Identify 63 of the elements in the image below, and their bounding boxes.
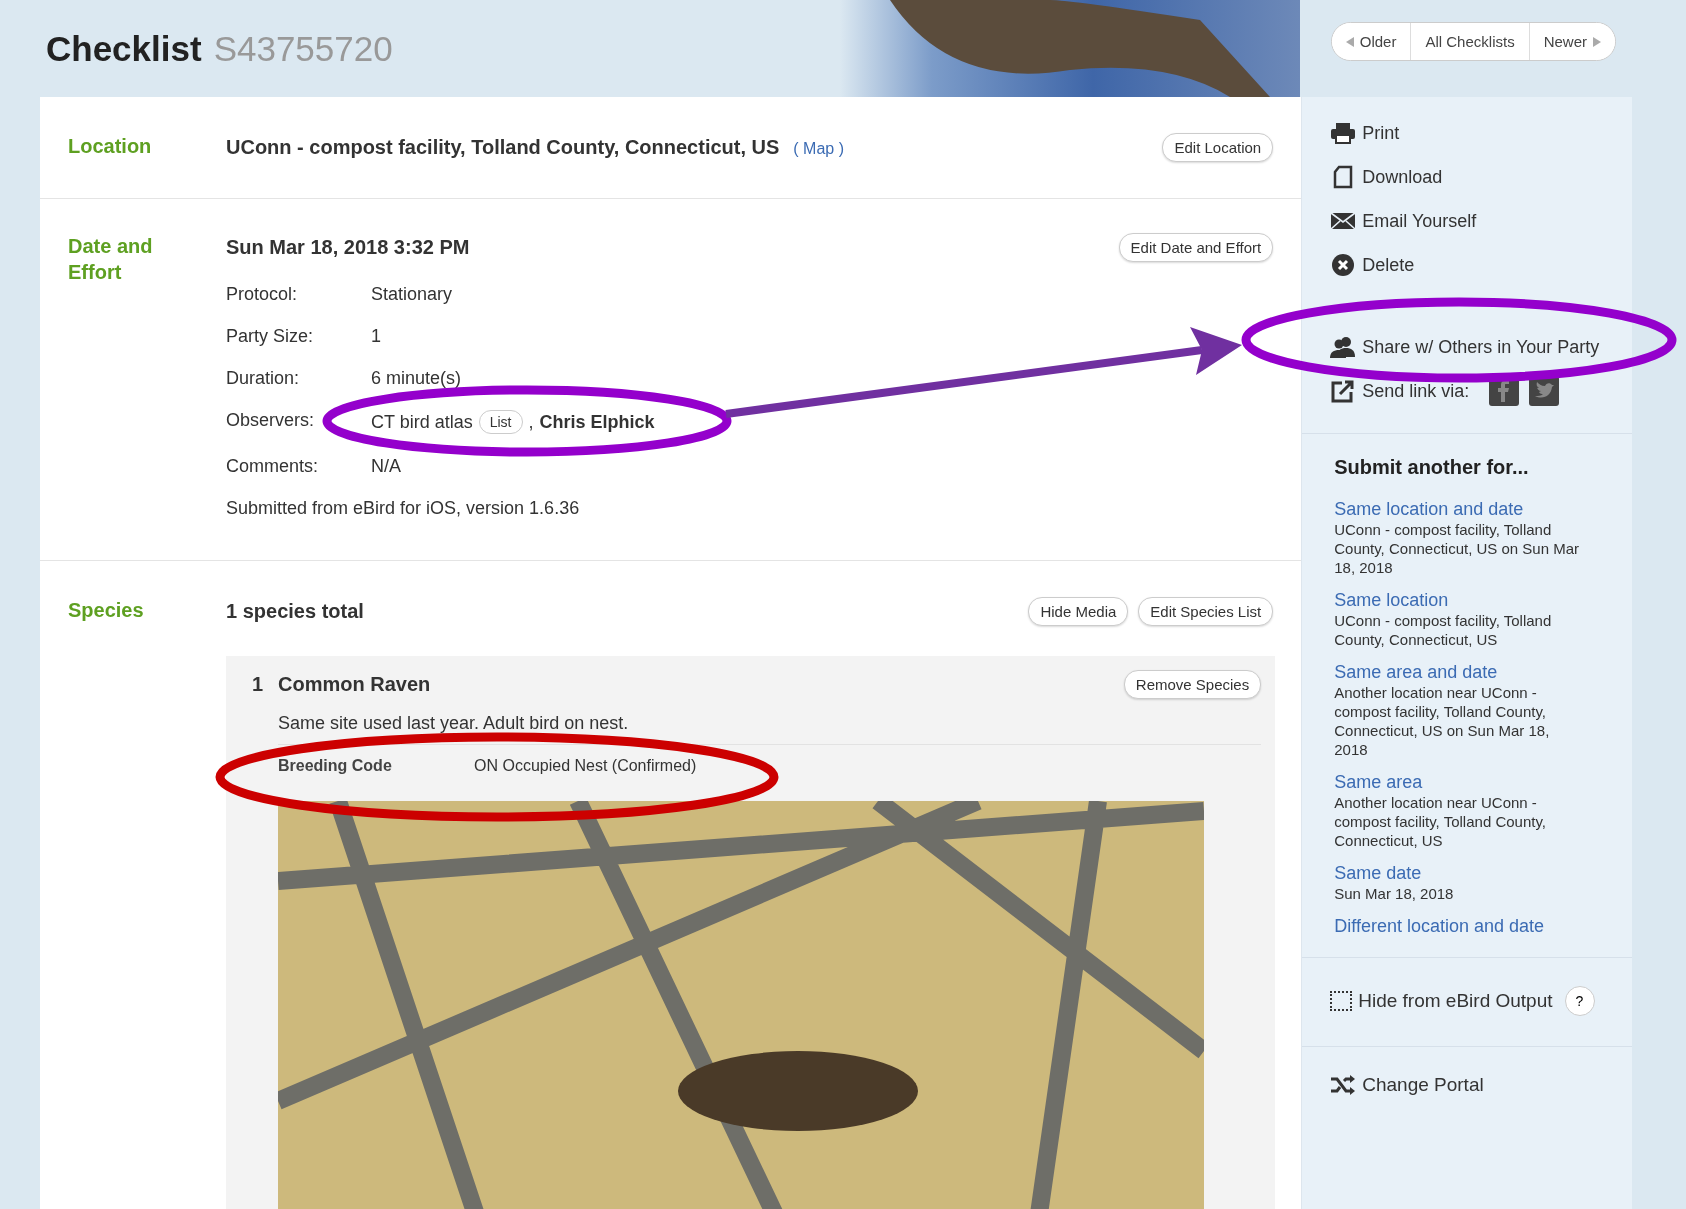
link-description: Another location near UConn - compost facility, Tolland County, Connecticut, US on Sun Mar 18, 2018 bbox=[1334, 683, 1551, 759]
download-action[interactable]: Download bbox=[1330, 155, 1604, 199]
submit-link[interactable]: Different location and date bbox=[1334, 916, 1604, 937]
change-portal-action[interactable]: Change Portal bbox=[1302, 1047, 1512, 1123]
breeding-label: Breeding Code bbox=[278, 757, 393, 775]
remove-species-button[interactable]: Remove Species bbox=[1123, 670, 1262, 699]
delete-action[interactable]: Delete bbox=[1330, 243, 1604, 287]
link-description: Another location near UConn - compost facility, Tolland County, Connecticut, US bbox=[1334, 793, 1547, 850]
section-label: Species bbox=[68, 598, 145, 623]
species-number: 1 bbox=[252, 673, 265, 696]
submit-link[interactable]: Same location bbox=[1334, 590, 1604, 611]
print-action[interactable]: Print bbox=[1330, 111, 1604, 155]
send-action[interactable]: Send link via: bbox=[1330, 369, 1604, 413]
field-label: Protocol: bbox=[226, 284, 299, 304]
field-label: Comments: bbox=[226, 456, 320, 476]
checklist-id: S43755720 bbox=[213, 28, 393, 69]
submit-link[interactable]: Same area and date bbox=[1334, 662, 1604, 683]
location-name: UConn - compost facility, Tolland County, Connecticut, US bbox=[226, 136, 780, 158]
species-total: 1 species total bbox=[226, 600, 364, 623]
observer-name: Chris Elphick bbox=[539, 412, 655, 432]
list-button[interactable]: List bbox=[478, 410, 523, 434]
people-icon bbox=[1330, 335, 1357, 359]
field-label: Duration: bbox=[226, 368, 301, 388]
edit-date-button[interactable]: Edit Date and Effort bbox=[1118, 233, 1274, 262]
page-title: Checklist bbox=[46, 28, 202, 69]
section-label: Location bbox=[68, 134, 153, 159]
link-description: Sun Mar 18, 2018 bbox=[1334, 884, 1455, 903]
edit-location-button[interactable]: Edit Location bbox=[1162, 133, 1274, 162]
date-time: Sun Mar 18, 2018 3:32 PM bbox=[226, 236, 470, 259]
submit-heading: Submit another for... bbox=[1334, 456, 1530, 479]
help-button[interactable]: ? bbox=[1564, 986, 1595, 1016]
observer-group: CT bird atlas bbox=[371, 412, 473, 432]
separator: , bbox=[528, 412, 534, 432]
right-triangle-icon bbox=[1593, 36, 1601, 47]
field-label: Observers: bbox=[226, 410, 316, 432]
external-link-icon bbox=[1330, 379, 1357, 403]
breeding-value: ON Occupied Nest (Confirmed) bbox=[474, 757, 697, 775]
field-label: Party Size: bbox=[226, 326, 315, 346]
submitted-note: Submitted from eBird for iOS, version 1.6.36 bbox=[226, 498, 581, 518]
hide-output-label: Hide from eBird Output bbox=[1358, 990, 1553, 1012]
field-value: Stationary bbox=[371, 284, 454, 304]
email-action[interactable]: Email Yourself bbox=[1330, 199, 1604, 243]
submit-link[interactable]: Same area bbox=[1334, 772, 1604, 793]
printer-icon bbox=[1330, 121, 1357, 145]
species-action-button[interactable]: Hide Media bbox=[1028, 597, 1129, 626]
newer-button[interactable]: Newer bbox=[1528, 23, 1615, 60]
close-icon bbox=[1330, 253, 1357, 277]
species-name: Common Raven bbox=[278, 673, 432, 696]
field-value: 6 minute(s) bbox=[371, 368, 463, 388]
map-link[interactable]: ( Map ) bbox=[793, 140, 844, 157]
field-value: 1 bbox=[371, 326, 382, 346]
species-comment: Same site used last year. Adult bird on nest. bbox=[278, 713, 1262, 745]
shuffle-icon bbox=[1330, 1073, 1357, 1097]
link-description: UConn - compost facility, Tolland County, Connecticut, US on Sun Mar 18, 2018 bbox=[1334, 520, 1581, 577]
left-triangle-icon bbox=[1345, 36, 1354, 47]
section-label: Date and Effort bbox=[68, 234, 154, 285]
field-value: N/A bbox=[371, 456, 402, 476]
share-action[interactable]: Share w/ Others in Your Party bbox=[1330, 325, 1604, 369]
submit-link[interactable]: Same location and date bbox=[1334, 499, 1604, 520]
link-description: UConn - compost facility, Tolland County, Connecticut, US bbox=[1334, 611, 1553, 649]
checkbox[interactable] bbox=[1330, 991, 1353, 1011]
submit-link[interactable]: Same date bbox=[1334, 863, 1604, 884]
species-action-button[interactable]: Edit Species List bbox=[1138, 597, 1274, 626]
